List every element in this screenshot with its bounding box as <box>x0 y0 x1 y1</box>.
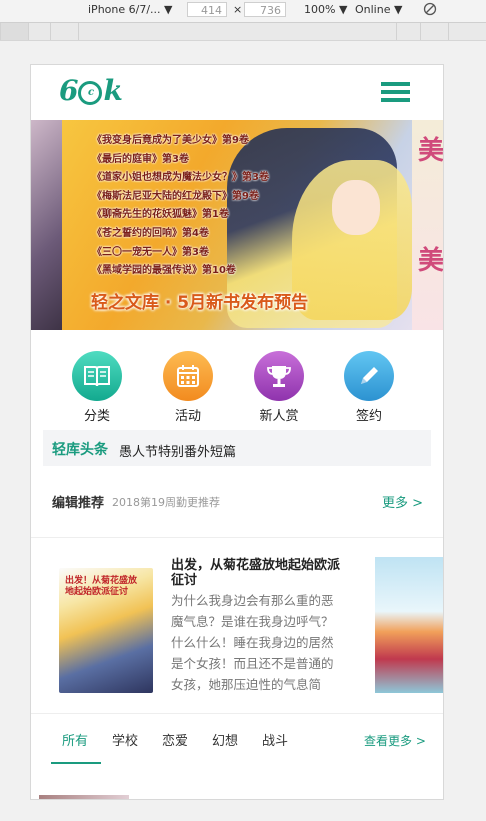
book-cover[interactable]: 出发！从菊花盛放地起始欧派征讨 <box>59 568 153 693</box>
banner-book-item: 《三〇一宠无一人》第3卷 <box>92 246 209 258</box>
calendar-icon <box>163 351 213 401</box>
banner-slide-next: 美美 <box>412 120 443 330</box>
editor-recommend-header: 编辑推荐 2018第19周勤更推荐 更多 > <box>31 480 443 538</box>
mobile-viewport: 6ck 《我变身后竟成为了美少女》第9卷 《最后的庭审》第3卷 《道家小姐也想成… <box>30 64 444 800</box>
book-title[interactable]: 出发，从菊花盛放地起始欧派征讨 <box>171 558 341 588</box>
dimension-separator: × <box>233 3 243 16</box>
site-logo[interactable]: 6ck <box>59 74 123 107</box>
height-input[interactable]: 736 <box>244 2 286 17</box>
media-query-ruler <box>0 23 486 41</box>
banner-book-item: 《聊斋先生的花妖狐魅》第1卷 <box>92 209 229 221</box>
section-title: 编辑推荐 <box>52 496 105 511</box>
zoom-select[interactable]: 100% ▼ <box>304 3 347 16</box>
quick-nav-label: 活动 <box>174 409 201 424</box>
book-thumbnail-partial[interactable] <box>39 795 129 799</box>
banner-book-item: 《最后的庭审》第3卷 <box>92 153 189 165</box>
logo-circle: c <box>78 80 103 105</box>
headline-bar[interactable]: 轻库头条 愚人节特别番外短篇 <box>43 430 431 466</box>
active-tab-indicator <box>51 762 101 764</box>
banner-book-item: 《苍之誓约的回响》第4卷 <box>92 227 209 239</box>
headline-label: 轻库头条 <box>52 442 108 458</box>
quick-nav-activity[interactable]: 活动 <box>153 351 223 424</box>
recommend-book-card[interactable]: 出发！从菊花盛放地起始欧派征讨 出发，从菊花盛放地起始欧派征讨 为什么我身边会有… <box>31 538 443 714</box>
site-header: 6ck <box>31 65 443 120</box>
quick-nav-label: 分类 <box>83 409 110 424</box>
quick-nav-category[interactable]: 分类 <box>62 351 132 424</box>
banner-slide-current[interactable]: 《我变身后竟成为了美少女》第9卷 《最后的庭审》第3卷 《道家小姐也想成为魔法少… <box>62 120 412 330</box>
tab-fantasy[interactable]: 幻想 <box>212 730 238 749</box>
device-select[interactable]: iPhone 6/7/... ▼ <box>88 3 173 16</box>
book-icon <box>72 351 122 401</box>
view-more-link[interactable]: 查看更多 > <box>364 732 426 749</box>
cover-text: 出发！从菊花盛放地起始欧派征讨 <box>65 576 138 597</box>
rotate-icon[interactable] <box>423 2 437 19</box>
hamburger-menu-icon[interactable] <box>381 82 410 103</box>
width-input[interactable]: 414 <box>187 2 227 17</box>
headline-text[interactable]: 愚人节特别番外短篇 <box>119 441 236 460</box>
quick-nav: 分类 活动 新人赏 签约 <box>31 330 443 430</box>
section-subtitle: 2018第19周勤更推荐 <box>112 496 220 509</box>
next-book-cover[interactable] <box>375 557 443 693</box>
tab-romance[interactable]: 恋爱 <box>162 730 188 749</box>
banner-book-item: 《黑域学园的最强传说》第10卷 <box>92 265 236 277</box>
banner-book-item: 《我变身后竟成为了美少女》第9卷 <box>92 135 249 146</box>
quick-nav-sign[interactable]: 签约 <box>334 351 404 424</box>
tab-all[interactable]: 所有 <box>62 730 88 749</box>
more-link[interactable]: 更多 > <box>382 492 423 511</box>
banner-slide-prev <box>31 120 62 330</box>
banner-book-item: 《梅斯法尼亚大陆的红龙殿下》第9卷 <box>92 190 259 202</box>
tab-school[interactable]: 学校 <box>112 730 138 749</box>
pencil-icon <box>344 351 394 401</box>
trophy-icon <box>254 351 304 401</box>
banner-carousel[interactable]: 《我变身后竟成为了美少女》第9卷 《最后的庭审》第3卷 《道家小姐也想成为魔法少… <box>31 120 443 330</box>
banner-book-item: 《道家小姐也想成为魔法少女？》第3卷 <box>92 172 269 184</box>
category-tabs: 所有 学校 恋爱 幻想 战斗 查看更多 > <box>31 714 443 764</box>
quick-nav-label: 签约 <box>355 409 382 424</box>
banner-book-list: 《我变身后竟成为了美少女》第9卷 《最后的庭审》第3卷 《道家小姐也想成为魔法少… <box>92 132 269 281</box>
banner-title: 轻之文库 · 5月新书发布预告 <box>91 293 309 313</box>
devtools-toolbar: iPhone 6/7/... ▼ 414 × 736 100% ▼ Online… <box>0 0 486 23</box>
quick-nav-label: 新人赏 <box>259 409 299 424</box>
quick-nav-newcomer-award[interactable]: 新人赏 <box>244 351 314 424</box>
book-description: 为什么我身边会有那么重的恶魔气息？是谁在我身边呼气？什么什么！睡在我身边的居然是… <box>171 593 334 692</box>
tab-battle[interactable]: 战斗 <box>262 730 288 749</box>
network-select[interactable]: Online ▼ <box>355 3 402 16</box>
